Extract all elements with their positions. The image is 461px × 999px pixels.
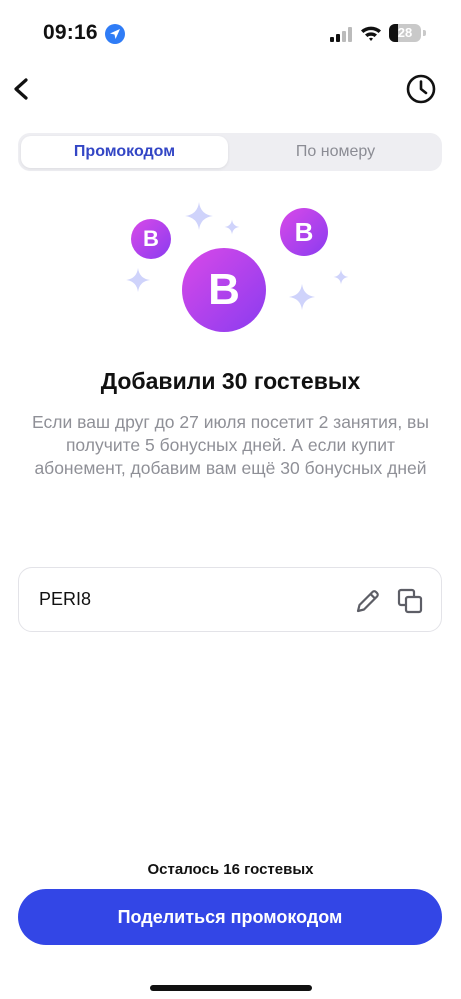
tab-promocode[interactable]: Промокодом <box>21 136 228 168</box>
copy-code-button[interactable] <box>395 586 425 616</box>
promo-code-value: PERI8 <box>39 589 92 609</box>
guest-badges-illustration: B B B <box>0 195 461 345</box>
status-time: 09:16 <box>43 21 98 44</box>
pencil-icon <box>356 590 379 613</box>
guest-badge-large: B <box>182 248 266 332</box>
headline: Добавили 30 гостевых <box>100 368 361 394</box>
sparkle-icon <box>288 283 316 311</box>
promo-code-field[interactable]: PERI8 <box>18 567 442 632</box>
battery-cap <box>423 30 426 36</box>
tab-bar: Промокодом По номеру <box>18 133 442 171</box>
remaining-guests-text: Осталось 16 гостевых <box>147 861 314 878</box>
home-indicator[interactable] <box>150 985 312 991</box>
wifi-icon <box>360 24 382 47</box>
share-promocode-button[interactable]: Поделиться промокодом <box>18 889 442 945</box>
history-button[interactable] <box>404 72 438 106</box>
tab-by-number[interactable]: По номеру <box>232 136 439 168</box>
guest-badge-medium: B <box>280 208 328 256</box>
cellular-signal-icon <box>330 26 354 42</box>
chevron-left-icon <box>14 78 28 100</box>
sparkle-icon <box>333 269 349 285</box>
guest-badge-small: B <box>131 219 171 259</box>
edit-code-button[interactable] <box>353 586 383 616</box>
battery-percentage: 28 <box>397 25 413 40</box>
description: Если ваш друг до 27 июля посетит 2 занят… <box>32 412 429 478</box>
location-arrow-icon <box>105 24 125 44</box>
sparkle-icon <box>185 202 213 230</box>
clock-icon <box>406 74 436 104</box>
back-button[interactable] <box>6 72 40 106</box>
sparkle-icon <box>125 267 151 293</box>
status-bar: 09:16 28 <box>0 0 461 64</box>
screen: 09:16 28 Промокодом По номеру B B B Доба… <box>0 0 461 999</box>
copy-icon <box>397 588 423 614</box>
battery-icon: 28 <box>389 24 421 42</box>
sparkle-icon <box>224 219 240 235</box>
